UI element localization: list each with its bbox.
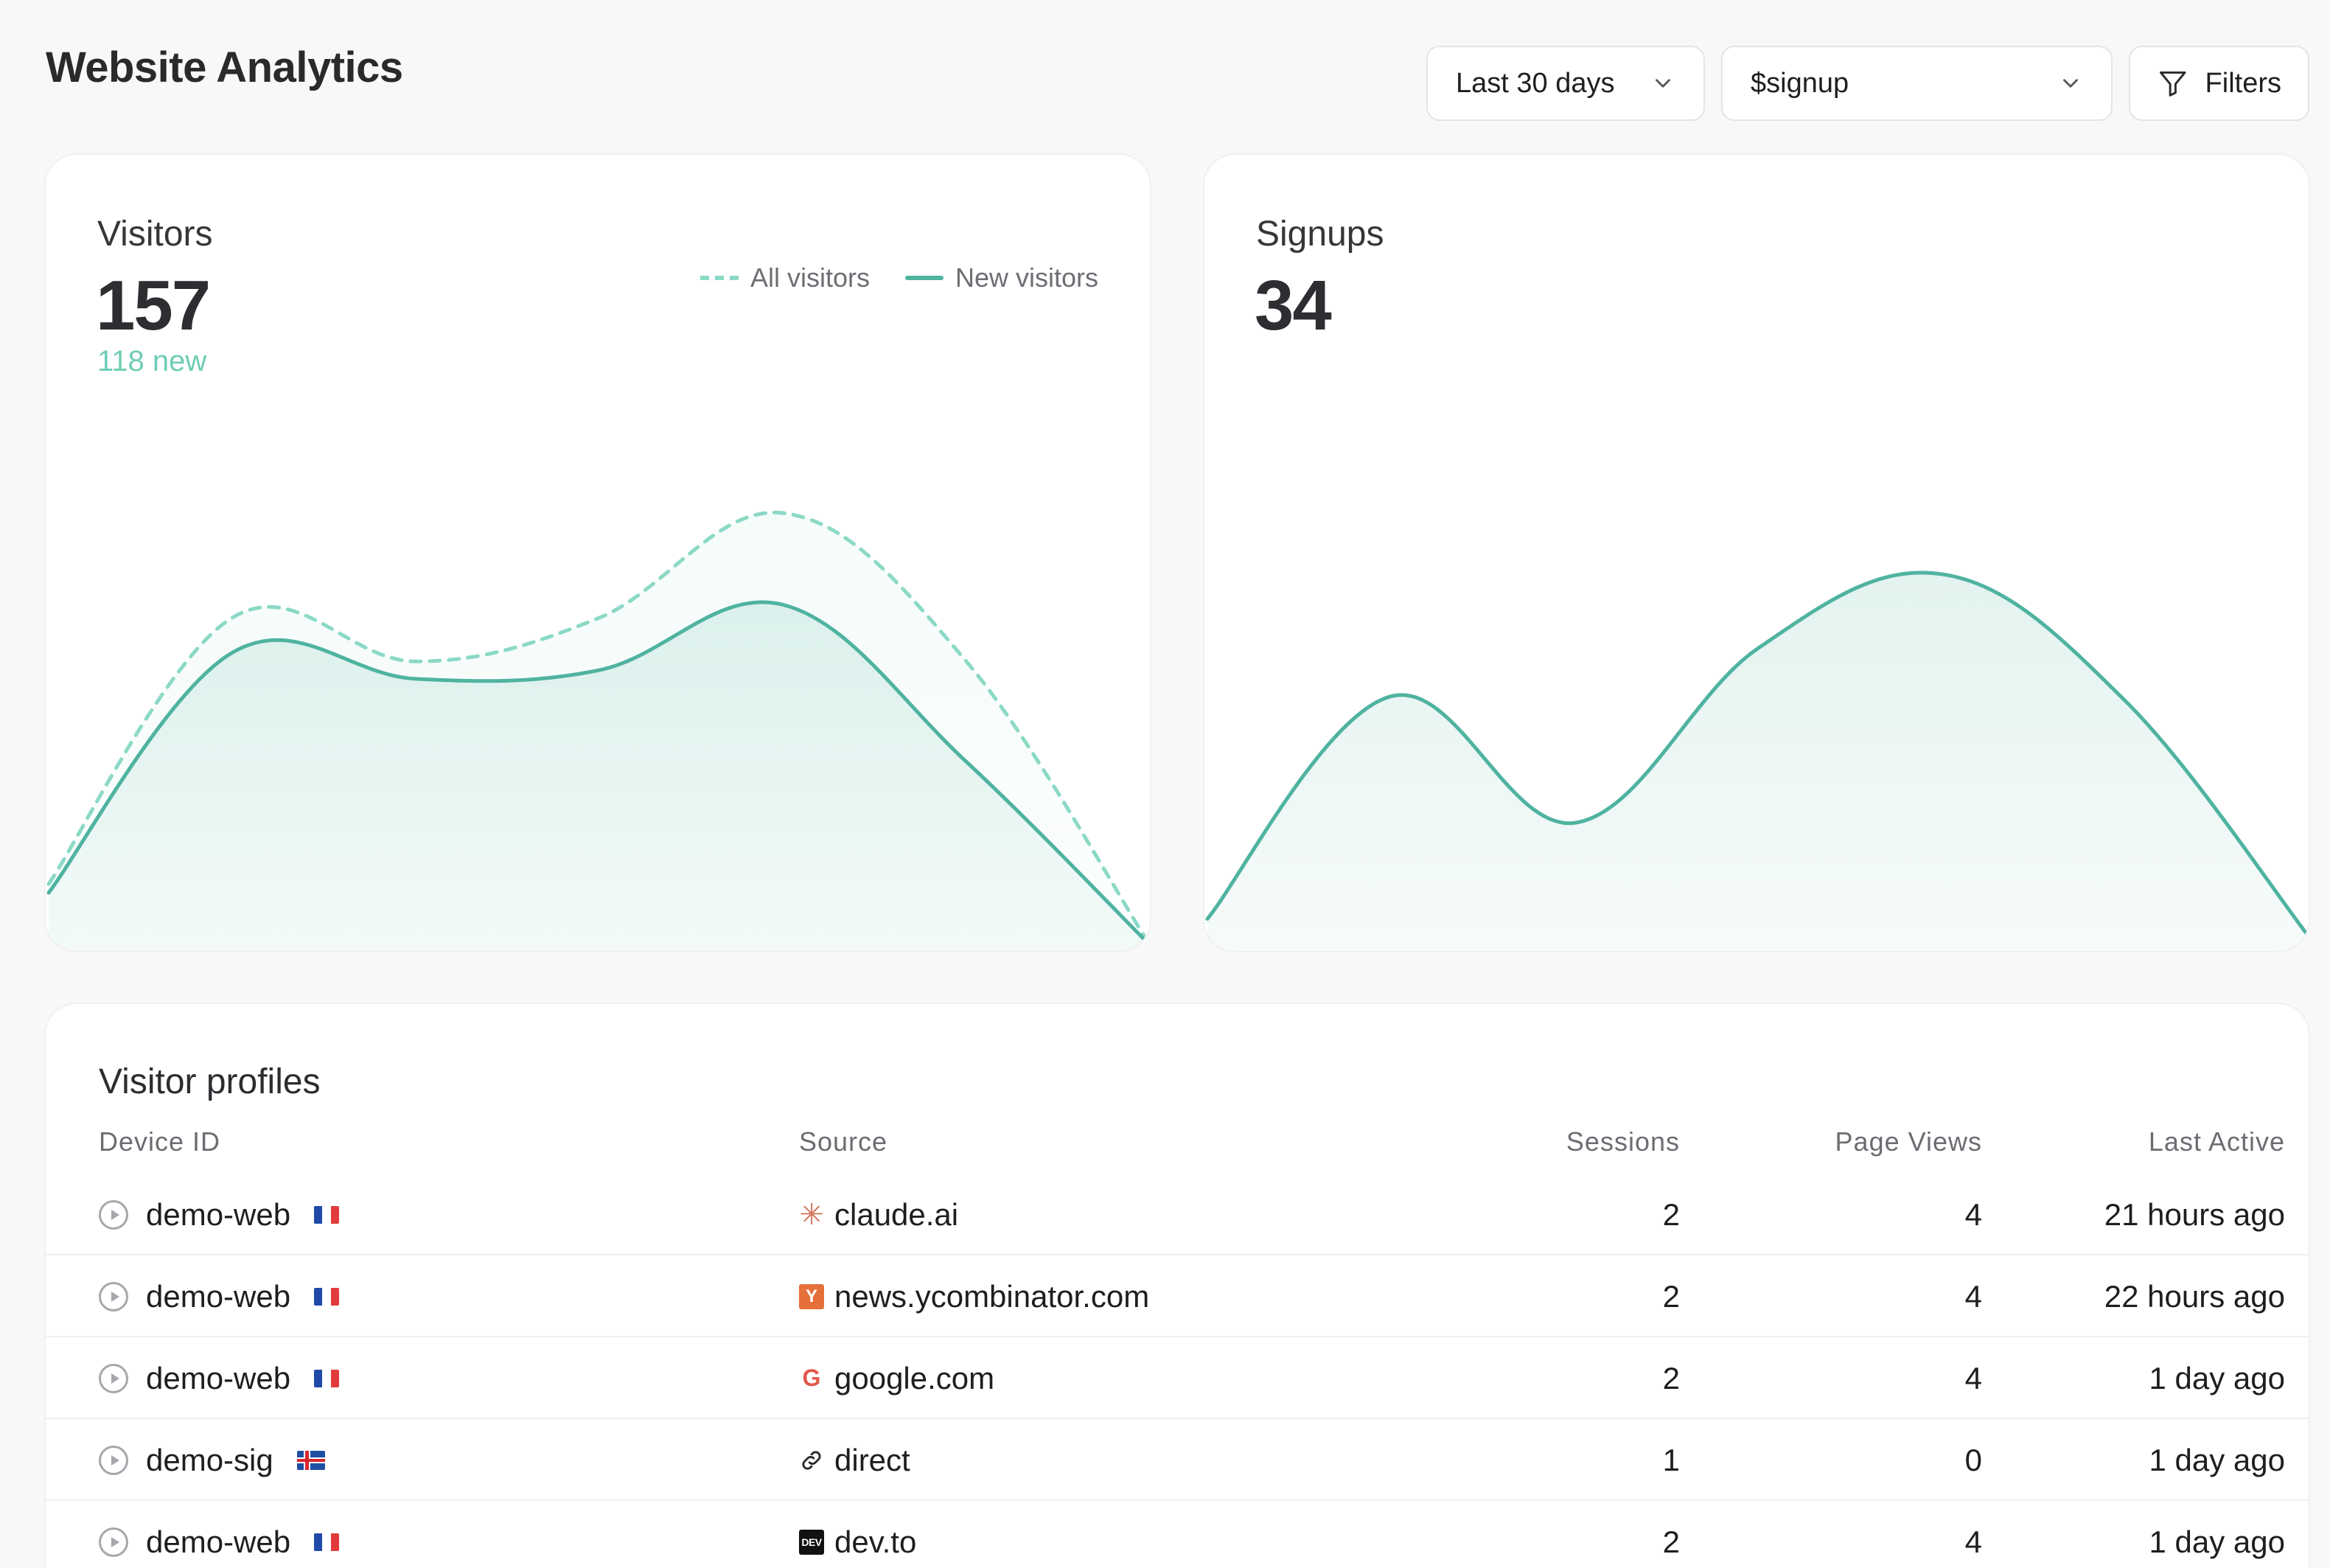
source-name: claude.ai: [834, 1196, 959, 1232]
device-id: demo-web: [146, 1196, 291, 1232]
source-name: dev.to: [834, 1524, 917, 1559]
device-cell: demo-web: [99, 1337, 340, 1419]
table-header: Device ID Source Sessions Page Views Las…: [46, 1126, 2309, 1171]
page-title: Website Analytics: [46, 43, 403, 91]
chevron-down-icon: [1656, 79, 1670, 88]
flag-iceland-icon: [296, 1450, 325, 1470]
visitors-label: Visitors: [97, 215, 213, 254]
sessions-cell: 2: [1662, 1524, 1680, 1559]
column-header-last-active[interactable]: Last Active: [2149, 1126, 2285, 1157]
signups-card: Signups 34: [1203, 153, 2310, 952]
filters-button[interactable]: Filters: [2129, 46, 2309, 121]
flag-france-icon: [314, 1205, 340, 1224]
table-row[interactable]: demo-sig direct 1 0 1 day ago: [46, 1419, 2309, 1501]
flag-france-icon: [314, 1533, 340, 1551]
sessions-cell: 1: [1662, 1442, 1680, 1477]
sessions-cell: 2: [1662, 1196, 1680, 1232]
play-session-icon[interactable]: [99, 1527, 128, 1557]
filters-label: Filters: [2205, 67, 2281, 99]
visitor-profiles-table: Visitor profiles Device ID Source Sessio…: [44, 1003, 2310, 1568]
event-label: $signup: [1751, 67, 1849, 99]
last-active-cell: 1 day ago: [2149, 1442, 2286, 1477]
chevron-down-icon: [2063, 79, 2078, 88]
link-icon: [802, 1450, 821, 1470]
device-id: demo-sig: [146, 1442, 273, 1477]
page-views-cell: 4: [1964, 1360, 1982, 1395]
play-session-icon[interactable]: [99, 1445, 128, 1475]
toolbar: Last 30 days $signup Filters: [1426, 46, 2309, 121]
chart-legend: All visitors New visitors: [700, 262, 1098, 293]
legend-new-visitors[interactable]: New visitors: [904, 262, 1098, 293]
signups-label: Signups: [1256, 215, 1384, 254]
last-active-cell: 1 day ago: [2149, 1524, 2286, 1559]
play-session-icon[interactable]: [99, 1281, 128, 1311]
table-row[interactable]: demo-web DEV dev.to 2 4 1 day ago: [46, 1501, 2309, 1568]
source-cell: DEV dev.to: [799, 1501, 916, 1568]
dev-icon: DEV: [799, 1529, 824, 1555]
play-session-icon[interactable]: [99, 1199, 128, 1230]
table-row[interactable]: demo-web ✳ claude.ai 2 4 21 hours ago: [46, 1174, 2309, 1255]
table-row[interactable]: demo-web Y news.ycombinator.com 2 4 22 h…: [46, 1255, 2309, 1337]
last-active-cell: 21 hours ago: [2104, 1196, 2285, 1232]
device-cell: demo-web: [99, 1501, 340, 1568]
legend-swatch-solid: [904, 276, 943, 280]
source-name: google.com: [834, 1360, 995, 1395]
table-title: Visitor profiles: [99, 1062, 321, 1101]
legend-label: All visitors: [750, 262, 870, 293]
sessions-cell: 2: [1662, 1278, 1680, 1314]
source-cell: Y news.ycombinator.com: [799, 1255, 1149, 1337]
source-cell: ✳ claude.ai: [799, 1174, 958, 1255]
flag-france-icon: [314, 1287, 340, 1306]
device-id: demo-web: [146, 1278, 291, 1314]
source-name: direct: [834, 1442, 910, 1477]
column-header-device-id[interactable]: Device ID: [99, 1126, 220, 1157]
page-views-cell: 0: [1964, 1442, 1982, 1477]
signups-chart: [1205, 571, 2309, 951]
device-cell: demo-sig: [99, 1419, 325, 1501]
visitors-count: 157: [96, 266, 211, 345]
google-icon: G: [802, 1365, 821, 1391]
series-area: [1207, 572, 2309, 951]
column-header-sessions[interactable]: Sessions: [1566, 1126, 1680, 1157]
device-id: demo-web: [146, 1524, 291, 1559]
ycombinator-icon: Y: [799, 1283, 824, 1309]
source-name: news.ycombinator.com: [834, 1278, 1150, 1314]
column-header-page-views[interactable]: Page Views: [1835, 1126, 1982, 1157]
sessions-cell: 2: [1662, 1360, 1680, 1395]
claude-icon: ✳: [799, 1198, 824, 1231]
legend-all-visitors[interactable]: All visitors: [700, 262, 870, 293]
legend-label: New visitors: [955, 262, 1098, 293]
filter-icon: [2159, 72, 2186, 97]
page-views-cell: 4: [1964, 1278, 1982, 1314]
visitors-chart: [46, 510, 1150, 951]
date-range-select[interactable]: Last 30 days: [1426, 46, 1705, 121]
column-header-source[interactable]: Source: [799, 1126, 887, 1157]
event-select[interactable]: $signup: [1721, 46, 2113, 121]
last-active-cell: 1 day ago: [2149, 1360, 2286, 1395]
visitors-card: Visitors 157 118 new All visitors New vi…: [44, 153, 1151, 952]
source-cell: direct: [799, 1419, 910, 1501]
table-row[interactable]: demo-web G google.com 2 4 1 day ago: [46, 1337, 2309, 1419]
last-active-cell: 22 hours ago: [2104, 1278, 2285, 1314]
play-session-icon[interactable]: [99, 1363, 128, 1393]
date-range-label: Last 30 days: [1456, 67, 1615, 99]
source-cell: G google.com: [799, 1337, 995, 1419]
analytics-page: Website Analytics Last 30 days $signup F…: [0, 0, 2330, 1568]
page-views-cell: 4: [1964, 1196, 1982, 1232]
signups-count: 34: [1255, 266, 1332, 345]
device-cell: demo-web: [99, 1255, 340, 1337]
page-views-cell: 4: [1964, 1524, 1982, 1559]
flag-france-icon: [314, 1369, 340, 1387]
legend-swatch-dashed: [700, 276, 739, 280]
device-cell: demo-web: [99, 1174, 340, 1255]
new-visitors-count: 118 new: [97, 345, 207, 377]
device-id: demo-web: [146, 1360, 291, 1395]
